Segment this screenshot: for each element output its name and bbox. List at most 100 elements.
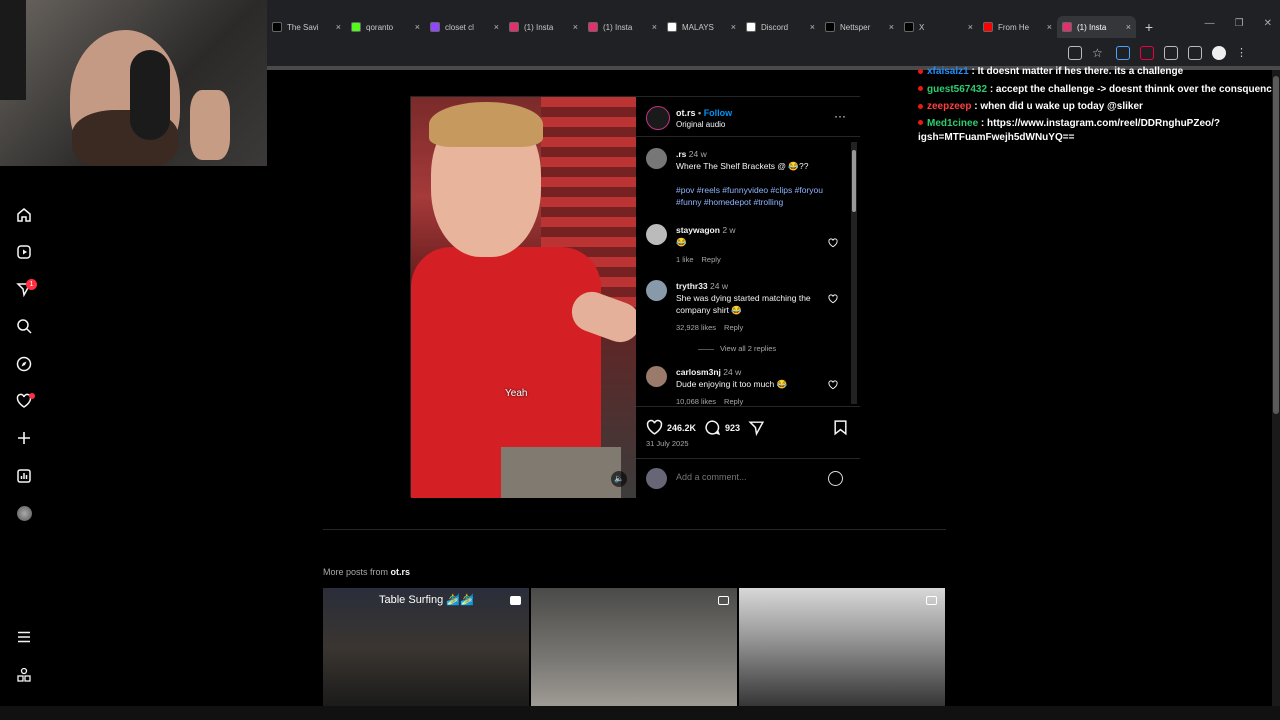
puzzle-icon[interactable] (1164, 46, 1178, 60)
close-tab-icon[interactable]: × (1126, 22, 1131, 32)
close-tab-icon[interactable]: × (494, 22, 499, 32)
like-icon[interactable] (646, 419, 663, 436)
more-options-icon[interactable]: ··· (834, 109, 846, 123)
comment-avatar[interactable] (646, 280, 667, 301)
close-window-icon[interactable]: ✕ (1264, 18, 1272, 29)
comment-like-icon[interactable] (828, 294, 838, 304)
post-thumbnail[interactable] (531, 588, 737, 708)
thumbnail-title: Table Surfing 🏄‍♂️🏄‍♂️ (379, 594, 474, 606)
bookmark-star-icon[interactable]: ☆ (1092, 46, 1106, 60)
browser-tab[interactable]: From He × (978, 16, 1057, 38)
maximize-icon[interactable]: ❐ (1235, 18, 1244, 29)
close-tab-icon[interactable]: × (1047, 22, 1052, 32)
follow-button[interactable]: Follow (704, 108, 733, 118)
minimize-icon[interactable]: — (1205, 18, 1215, 29)
comment-icon[interactable] (704, 419, 721, 436)
headphones (130, 50, 170, 140)
media-icon[interactable] (1188, 46, 1202, 60)
tab-title: qoranto (366, 22, 394, 32)
scrollbar-thumb[interactable] (852, 150, 856, 212)
browser-tab[interactable]: X × (899, 16, 978, 38)
reply-button[interactable]: Reply (702, 255, 721, 264)
new-tab-button[interactable]: + (1136, 16, 1162, 38)
chat-username[interactable]: xfaisalz1 (927, 66, 969, 77)
browser-tab[interactable]: (1) Insta × (583, 16, 662, 38)
profile-avatar[interactable] (1212, 46, 1226, 60)
caption-hashtags[interactable]: #pov #reels #funnyvideo #clips #foryou #… (676, 184, 846, 208)
chat-username[interactable]: Med1cinee (927, 118, 978, 129)
comment-body: trythr33 24 w She was dying started matc… (676, 280, 826, 355)
share-icon[interactable] (748, 419, 765, 436)
comment-likes[interactable]: 10,068 likes (676, 397, 716, 406)
audio-link[interactable]: Original audio (676, 120, 725, 129)
reels-icon[interactable] (14, 242, 34, 262)
dashboard-icon[interactable] (14, 466, 34, 486)
comment-likes[interactable]: 1 like (676, 255, 694, 264)
comment-like-icon[interactable] (828, 238, 838, 248)
browser-tab[interactable]: The Savi × (267, 16, 346, 38)
tab-title: X (919, 22, 925, 32)
chat-username[interactable]: guest567432 (927, 84, 987, 95)
browser-tab[interactable]: Discord × (741, 16, 820, 38)
comment-user[interactable]: staywagon (676, 225, 720, 235)
extension-icon[interactable] (1116, 46, 1130, 60)
close-tab-icon[interactable]: × (968, 22, 973, 32)
emoji-icon[interactable] (828, 471, 843, 486)
close-tab-icon[interactable]: × (889, 22, 894, 32)
mute-icon[interactable]: 🔈 (611, 471, 627, 487)
create-icon[interactable] (14, 428, 34, 448)
comment-avatar[interactable] (646, 366, 667, 387)
close-tab-icon[interactable]: × (415, 22, 420, 32)
explore-icon[interactable] (14, 354, 34, 374)
post-thumbnail[interactable]: Table Surfing 🏄‍♂️🏄‍♂️ (323, 588, 529, 708)
hamburger-menu-icon[interactable] (14, 627, 34, 647)
caption-user[interactable]: .rs (676, 149, 686, 159)
post-modal: Yeah 🔈 ot.rs • Follow Original audio ···… (410, 96, 860, 498)
author-avatar[interactable] (646, 106, 670, 130)
comments-scrollbar[interactable] (851, 142, 857, 404)
view-replies-label[interactable]: View all 2 replies (720, 344, 776, 353)
close-tab-icon[interactable]: × (731, 22, 736, 32)
comment-user[interactable]: carlosm3nj (676, 367, 721, 377)
browser-tab[interactable]: (1) Insta × (1057, 16, 1136, 38)
more-posts-user[interactable]: ot.rs (391, 567, 411, 577)
browser-tab[interactable]: (1) Insta × (504, 16, 583, 38)
browser-tab[interactable]: Nettsper × (820, 16, 899, 38)
author-username[interactable]: ot.rs (676, 108, 696, 118)
post-thumbnail[interactable] (739, 588, 945, 708)
comment-user[interactable]: trythr33 (676, 281, 708, 291)
caption-avatar[interactable] (646, 148, 667, 169)
reel-video[interactable]: Yeah 🔈 (411, 97, 636, 498)
save-bookmark-icon[interactable] (832, 419, 849, 436)
reply-button[interactable]: Reply (724, 397, 743, 406)
close-tab-icon[interactable]: × (810, 22, 815, 32)
page-scrollbar-thumb[interactable] (1273, 76, 1279, 414)
comment-action[interactable]: 923 (704, 419, 740, 436)
cast-icon[interactable] (1068, 46, 1082, 60)
like-action[interactable]: 246.2K (646, 419, 696, 436)
search-icon[interactable] (14, 316, 34, 336)
comment-likes[interactable]: 32,928 likes (676, 323, 716, 332)
add-comment-input[interactable] (676, 472, 793, 482)
carousel-icon (718, 596, 729, 605)
menu-icon[interactable]: ⋮ (1236, 46, 1250, 60)
browser-tab[interactable]: qoranto × (346, 16, 425, 38)
threads-also-from-meta-icon[interactable] (14, 665, 34, 685)
extension-icon[interactable] (1140, 46, 1154, 60)
close-tab-icon[interactable]: × (336, 22, 341, 32)
profile-avatar-icon[interactable] (14, 503, 34, 523)
view-replies-button[interactable]: View all 2 replies (676, 343, 826, 355)
likes-count[interactable]: 246.2K (667, 423, 696, 433)
page-scrollbar[interactable] (1272, 70, 1280, 706)
browser-tab[interactable]: MALAYS × (662, 16, 741, 38)
comments-count[interactable]: 923 (725, 423, 740, 433)
comment-like-icon[interactable] (828, 380, 838, 390)
reply-button[interactable]: Reply (724, 323, 743, 332)
instagram-icon (588, 22, 598, 32)
home-icon[interactable] (14, 205, 34, 225)
comment-avatar[interactable] (646, 224, 667, 245)
close-tab-icon[interactable]: × (652, 22, 657, 32)
chat-username[interactable]: zeepzeep (927, 101, 971, 112)
close-tab-icon[interactable]: × (573, 22, 578, 32)
browser-tab[interactable]: closet cl × (425, 16, 504, 38)
